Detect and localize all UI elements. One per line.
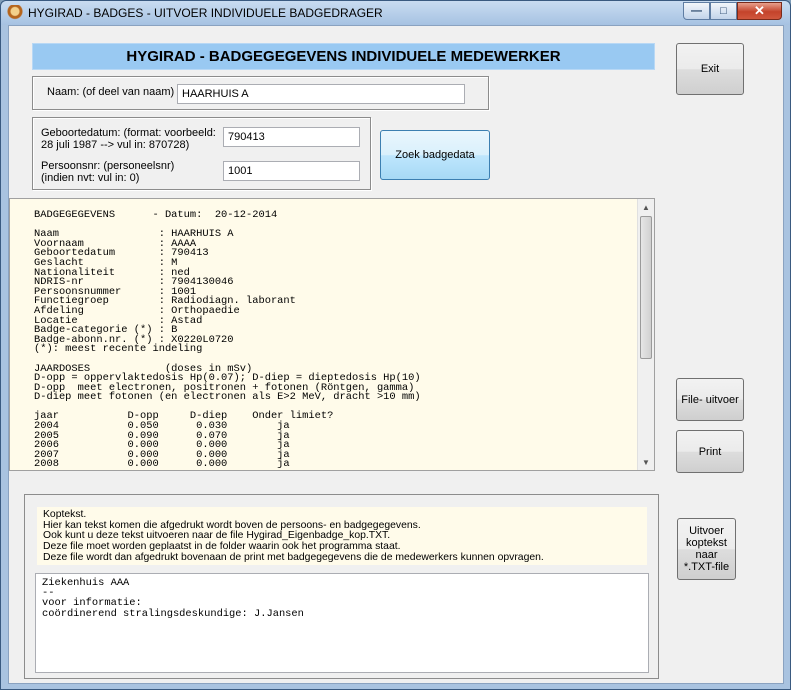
header-text-info: Koptekst. Hier kan tekst komen die afgedr… <box>37 507 647 565</box>
client-area: HYGIRAD - BADGEGEGEVENS INDIVIDUELE MEDE… <box>8 25 784 684</box>
title-bar[interactable]: HYGIRAD - BADGES - UITVOER INDIVIDUELE B… <box>1 1 790 25</box>
scroll-down-arrow-icon[interactable]: ▼ <box>638 454 654 470</box>
export-header-line1: Uitvoer <box>689 525 724 537</box>
personnel-input[interactable] <box>223 161 360 181</box>
name-input[interactable] <box>177 84 465 104</box>
id-search-group: Geboortedatum: (format: voorbeeld: 28 ju… <box>32 117 371 190</box>
minimize-button[interactable]: — <box>683 2 710 20</box>
scroll-up-arrow-icon[interactable]: ▲ <box>638 199 654 215</box>
window-controls: — □ ✕ <box>683 2 782 21</box>
exit-button[interactable]: Exit <box>676 43 744 95</box>
search-badge-button[interactable]: Zoek badgedata <box>380 130 490 180</box>
app-window: HYGIRAD - BADGES - UITVOER INDIVIDUELE B… <box>0 0 791 690</box>
export-header-line2: koptekst <box>686 537 727 549</box>
badge-output-textarea[interactable]: BADGEGEGEVENS - Datum: 20-12-2014 Naam :… <box>9 198 655 471</box>
export-header-txt-button[interactable]: Uitvoer koptekst naar *.TXT-file <box>677 518 736 580</box>
window-title: HYGIRAD - BADGES - UITVOER INDIVIDUELE B… <box>28 6 383 20</box>
header-text-panel: Koptekst. Hier kan tekst komen die afgedr… <box>24 494 659 679</box>
header-text-info-line: Deze file wordt dan afgedrukt bovenaan d… <box>43 551 544 563</box>
badge-output-text: BADGEGEGEVENS - Datum: 20-12-2014 Naam :… <box>34 209 421 471</box>
header-text-editor[interactable]: Ziekenhuis AAA -- voor informatie: coörd… <box>35 573 649 673</box>
maximize-button[interactable]: □ <box>710 2 737 20</box>
export-header-line4: *.TXT-file <box>683 561 730 573</box>
page-title: HYGIRAD - BADGEGEGEVENS INDIVIDUELE MEDE… <box>32 43 655 70</box>
name-search-group: Naam: (of deel van naam) <box>32 76 489 110</box>
dob-label-line2: 28 juli 1987 --> vul in: 870728) <box>41 139 190 151</box>
print-button[interactable]: Print <box>676 430 744 473</box>
file-output-button[interactable]: File- uitvoer <box>676 378 744 421</box>
scroll-thumb[interactable] <box>640 216 652 359</box>
export-header-line3: naar <box>695 549 718 561</box>
personnel-label-line2: (indien nvt: vul in: 0) <box>41 172 140 184</box>
close-button[interactable]: ✕ <box>737 2 782 20</box>
dob-input[interactable] <box>223 127 360 147</box>
app-icon <box>7 5 23 21</box>
name-label: Naam: (of deel van naam) <box>47 86 175 98</box>
output-scrollbar[interactable]: ▲ ▼ <box>637 199 654 470</box>
